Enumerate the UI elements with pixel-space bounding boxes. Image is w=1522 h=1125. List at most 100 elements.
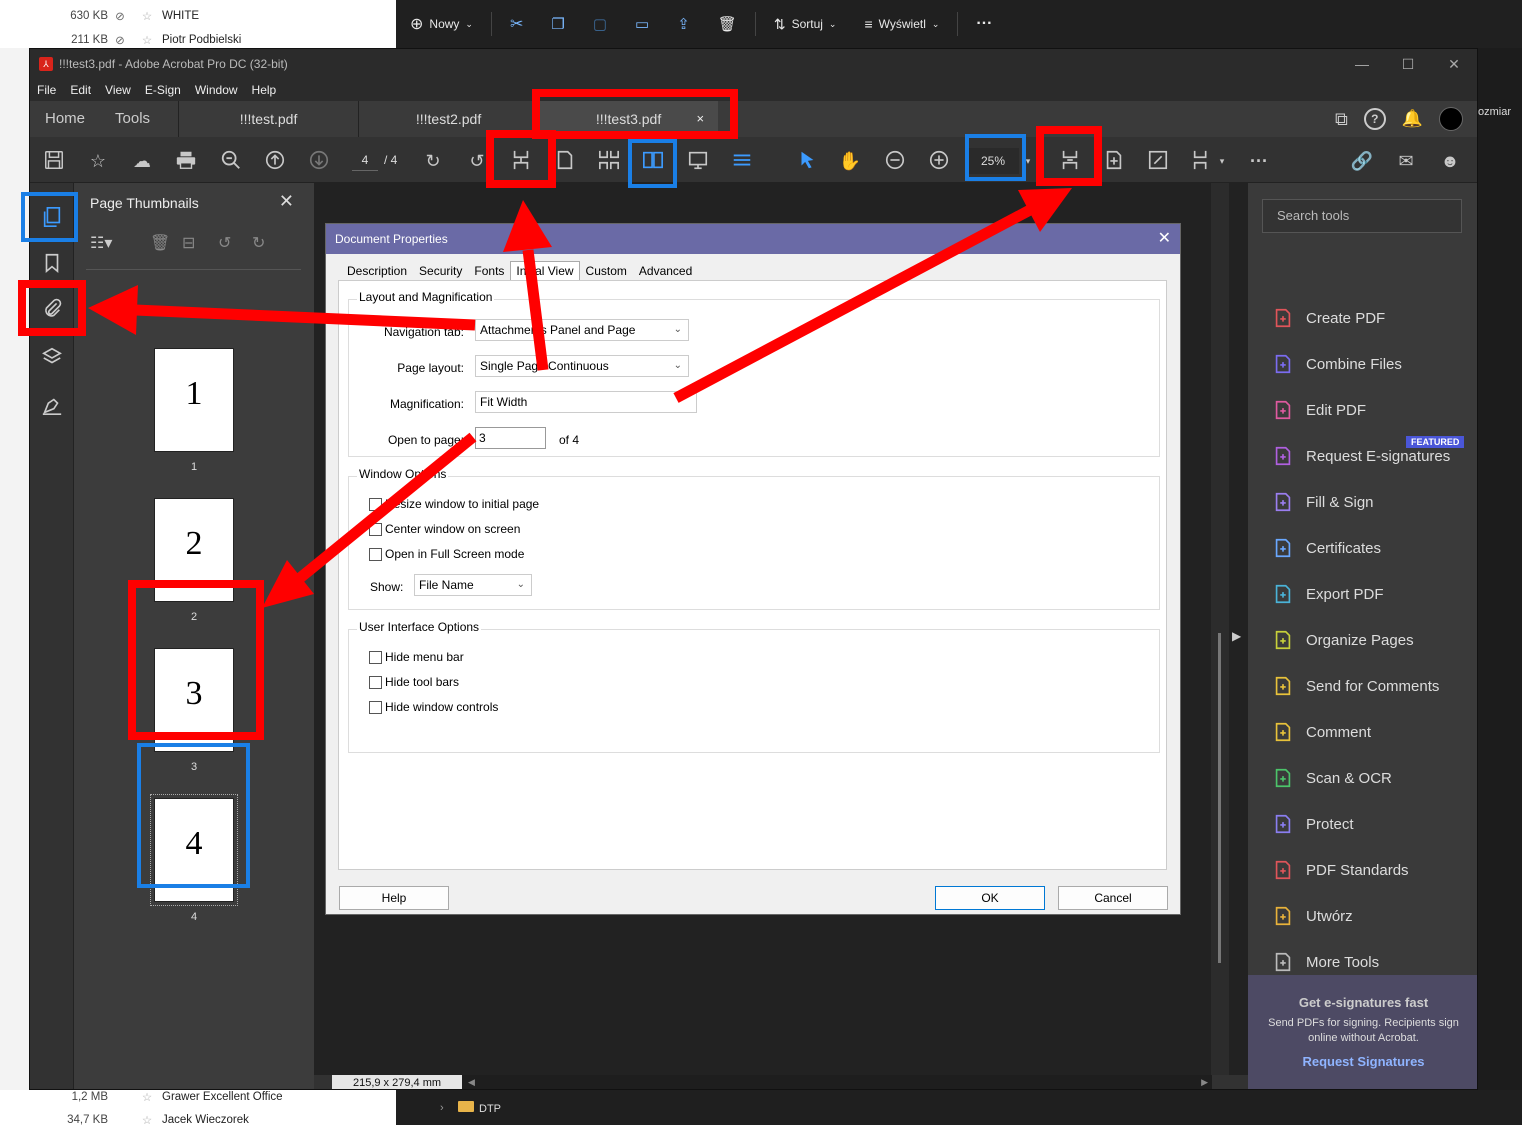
next-page-icon[interactable]: [307, 149, 331, 173]
tab-fonts[interactable]: Fonts: [468, 261, 510, 281]
tool-item-export-pdf[interactable]: Export PDF: [1270, 581, 1384, 607]
menu-window[interactable]: Window: [188, 83, 245, 97]
tab-tools[interactable]: Tools: [100, 101, 178, 137]
hide-toolbars-checkbox[interactable]: Hide tool bars: [369, 675, 459, 689]
hand-tool-icon[interactable]: ✋: [838, 149, 862, 173]
file-row[interactable]: 630 KB ⊘ ☆ WHITE: [0, 6, 396, 26]
tab-home[interactable]: Home: [30, 101, 100, 137]
zoom-out-icon[interactable]: [883, 149, 907, 173]
maximize-button[interactable]: ☐: [1385, 49, 1431, 79]
scroll-right-icon[interactable]: ▶: [1201, 1077, 1208, 1088]
tool-item-combine-files[interactable]: Combine Files: [1270, 351, 1402, 377]
help-icon[interactable]: ?: [1363, 108, 1386, 130]
search-tools-input[interactable]: Search tools: [1262, 199, 1462, 233]
share-screen-icon[interactable]: ⧉: [1335, 109, 1348, 130]
page-display-dropdown-icon[interactable]: ▾: [1210, 149, 1234, 173]
file-row[interactable]: 1,2 MB ☆ Grawer Excellent Office: [0, 1087, 396, 1107]
save-icon[interactable]: [42, 149, 66, 173]
tool-item-send-comments[interactable]: Send for Comments: [1270, 673, 1439, 699]
close-window-button[interactable]: ✕: [1431, 49, 1477, 79]
tab-security[interactable]: Security: [413, 261, 468, 281]
ok-button[interactable]: OK: [935, 886, 1045, 910]
delete-button[interactable]: 🗑: [704, 6, 751, 42]
undo-icon[interactable]: ↺: [218, 233, 231, 253]
resize-window-checkbox[interactable]: Resize window to initial page: [369, 497, 539, 511]
email-icon[interactable]: ✉: [1394, 149, 1418, 173]
star-icon[interactable]: ☆: [132, 1090, 162, 1104]
sort-button[interactable]: ⇅ Sortuj ⌄: [760, 6, 851, 42]
presentation-icon[interactable]: [686, 149, 710, 173]
menu-help[interactable]: Help: [245, 83, 284, 97]
close-panel-icon[interactable]: ✕: [279, 191, 294, 212]
full-screen-checkbox[interactable]: Open in Full Screen mode: [369, 547, 524, 561]
navigation-tab-select[interactable]: Attachments Panel and Page ⌄: [475, 319, 689, 341]
doc-tab-test[interactable]: !!!test.pdf: [178, 101, 358, 137]
show-select[interactable]: File Name ⌄: [414, 574, 532, 596]
trash-icon[interactable]: 🗑: [150, 233, 170, 253]
more-options-icon[interactable]: ···: [1247, 149, 1271, 173]
layers-icon[interactable]: [38, 343, 66, 371]
link-icon[interactable]: 🔗: [1350, 149, 1374, 173]
menu-file[interactable]: File: [30, 83, 63, 97]
vertical-scrollbar[interactable]: [1211, 183, 1229, 1075]
page-layout-select[interactable]: Single Page Continuous ⌄: [475, 355, 689, 377]
minimize-button[interactable]: —: [1339, 49, 1385, 79]
file-row[interactable]: 34,7 KB ☆ Jacek Wieczorek: [0, 1110, 396, 1125]
collapse-right-panel-icon[interactable]: ▶: [1232, 629, 1241, 643]
bookmarks-icon[interactable]: [38, 249, 66, 277]
redo-icon[interactable]: ↻: [252, 233, 265, 253]
tool-item-scan-ocr[interactable]: Scan & OCR: [1270, 765, 1392, 791]
thumbnail-options-icon[interactable]: ☷▾: [90, 233, 112, 253]
print-icon[interactable]: [174, 149, 198, 173]
menu-esign[interactable]: E-Sign: [138, 83, 188, 97]
new-button[interactable]: ⊕ Nowy ⌄: [396, 6, 487, 42]
star-icon[interactable]: ☆: [132, 1113, 162, 1125]
see-more-button[interactable]: ···: [962, 6, 1006, 42]
star-icon[interactable]: ☆: [132, 9, 162, 23]
tool-item-protect[interactable]: Protect: [1270, 811, 1354, 837]
page-thumbnail[interactable]: 1: [155, 349, 233, 451]
cloud-upload-icon[interactable]: ☁: [130, 149, 154, 173]
tool-item-request-esign[interactable]: Request E-signatures: [1270, 443, 1450, 469]
tool-item-fill-sign[interactable]: Fill & Sign: [1270, 489, 1374, 515]
page-number-input[interactable]: 4: [352, 149, 378, 171]
select-cursor-icon[interactable]: [795, 149, 819, 173]
cancel-button[interactable]: Cancel: [1058, 886, 1168, 910]
tool-item-pdf-standards[interactable]: PDF Standards: [1270, 857, 1409, 883]
file-row[interactable]: 211 KB ⊘ ☆ Piotr Podbielski: [0, 30, 396, 50]
zoom-search-icon[interactable]: [219, 149, 243, 173]
scroll-left-icon[interactable]: ◀: [468, 1077, 475, 1088]
tool-item-certificates[interactable]: Certificates: [1270, 535, 1381, 561]
marquee-zoom-icon[interactable]: [1102, 149, 1126, 173]
star-icon[interactable]: ☆: [86, 149, 110, 173]
zoom-in-icon[interactable]: [927, 149, 951, 173]
tab-advanced[interactable]: Advanced: [633, 261, 698, 281]
open-to-page-input[interactable]: 3: [475, 427, 546, 449]
hide-menubar-checkbox[interactable]: Hide menu bar: [369, 650, 464, 664]
avatar[interactable]: [1439, 107, 1463, 131]
previous-page-icon[interactable]: [263, 149, 287, 173]
help-button[interactable]: Help: [339, 886, 449, 910]
hide-window-controls-checkbox[interactable]: Hide window controls: [369, 700, 498, 714]
tool-item-organize-pages[interactable]: Organize Pages: [1270, 627, 1414, 653]
magnification-select[interactable]: Fit Width: [475, 391, 697, 413]
single-page-icon[interactable]: [553, 149, 577, 173]
view-button[interactable]: ≡ Wyświetl ⌄: [850, 6, 953, 42]
full-screen-icon[interactable]: [1146, 149, 1170, 173]
signature-pen-icon[interactable]: [38, 391, 66, 419]
close-dialog-icon[interactable]: ✕: [1158, 224, 1171, 254]
two-page-scrolling-icon[interactable]: [597, 149, 621, 173]
rename-button[interactable]: ▭: [621, 6, 663, 42]
rotate-clockwise-icon[interactable]: ↻: [421, 149, 445, 173]
tool-item-create[interactable]: Utwórz: [1270, 903, 1353, 929]
tab-initial-view[interactable]: Initial View: [510, 261, 580, 281]
cut-button[interactable]: ✂: [496, 6, 537, 42]
bell-icon[interactable]: 🔔: [1402, 109, 1423, 129]
share-button[interactable]: ⇪: [663, 6, 704, 42]
request-signatures-link[interactable]: Request Signatures: [1248, 1054, 1477, 1069]
chevron-right-icon[interactable]: ›: [440, 1102, 444, 1114]
center-window-checkbox[interactable]: Center window on screen: [369, 522, 520, 536]
insert-page-icon[interactable]: ⊟: [182, 233, 195, 253]
paste-button[interactable]: ▢: [579, 6, 621, 42]
folder-label[interactable]: DTP: [479, 1103, 501, 1115]
